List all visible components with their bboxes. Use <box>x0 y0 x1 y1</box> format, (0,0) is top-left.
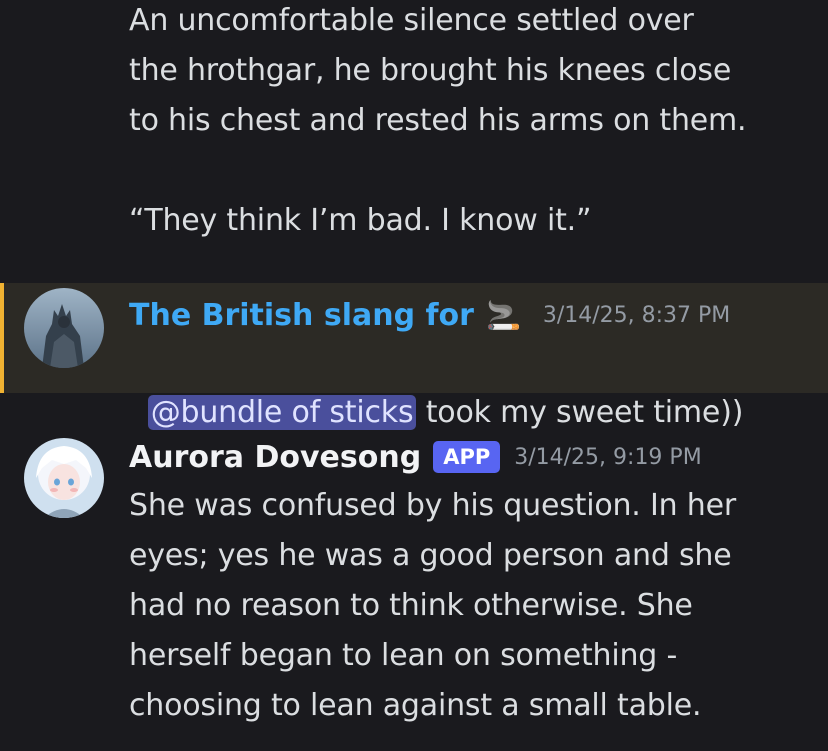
message-line: had no reason to think otherwise. She <box>129 588 693 623</box>
message-line: She was confused by his question. In her <box>129 488 736 523</box>
message-line: An uncomfortable silence settled over <box>129 3 694 38</box>
message-header: Aurora Dovesong APP 3/14/25, 9:19 PM <box>129 437 702 477</box>
message-content: @bundle of sticks took my sweet time)) <box>129 338 809 438</box>
app-badge: APP <box>433 441 501 473</box>
timestamp[interactable]: 3/14/25, 9:19 PM <box>514 445 701 470</box>
avatar[interactable] <box>24 438 104 518</box>
username[interactable]: The British slang for <box>129 298 474 333</box>
message-line: “They think I’m bad. I know it.” <box>129 203 592 238</box>
timestamp[interactable]: 3/14/25, 8:37 PM <box>543 303 730 328</box>
message-line: herself began to lean on something - <box>129 638 678 673</box>
message-line: eyes; yes he was a good person and she <box>129 538 732 573</box>
anime-girl-avatar-icon <box>24 438 104 518</box>
message-line: the hrothgar, he brought his knees close <box>129 53 732 88</box>
knight-avatar-icon <box>24 288 104 368</box>
message-text: took my sweet time)) <box>416 395 744 430</box>
avatar[interactable] <box>24 288 104 368</box>
message-line: to his chest and rested his arms on them… <box>129 103 747 138</box>
user-mention[interactable]: @bundle of sticks <box>147 395 417 430</box>
username[interactable]: Aurora Dovesong <box>129 440 421 475</box>
cigarette-icon: 🚬 <box>485 298 521 332</box>
message-header: The British slang for 🚬 3/14/25, 8:37 PM <box>129 295 730 335</box>
message-line: choosing to lean against a small table. <box>129 688 702 723</box>
mention-highlight-bar <box>0 283 4 393</box>
